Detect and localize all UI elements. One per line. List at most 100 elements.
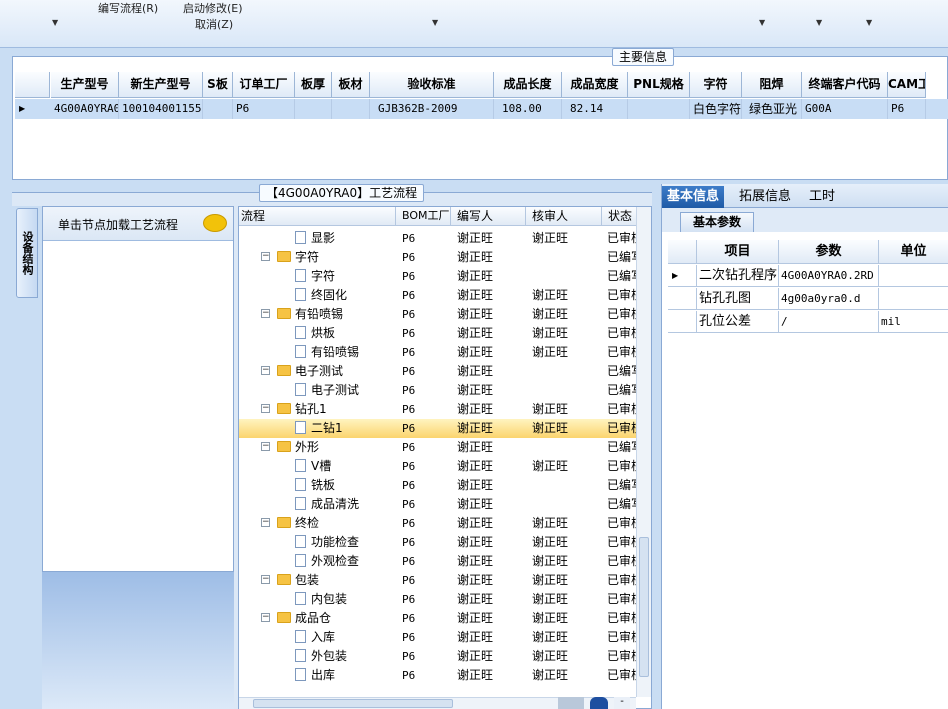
tab-equipment-structure[interactable]: 设备结构 bbox=[16, 208, 38, 298]
speech-bubble-icon[interactable] bbox=[203, 214, 227, 232]
tree-vertical-scrollbar[interactable] bbox=[636, 207, 651, 697]
column-header[interactable]: 字符 bbox=[690, 72, 742, 98]
table-cell[interactable]: G00A bbox=[802, 99, 888, 119]
tree-node[interactable]: − 包装 bbox=[239, 571, 396, 590]
grid-tool-icon[interactable] bbox=[558, 697, 584, 709]
tree-row[interactable]: − 终检 P6 谢正旺 谢正旺 已审核 bbox=[239, 514, 639, 533]
table-cell[interactable] bbox=[628, 99, 690, 119]
minimize-icon[interactable]: - bbox=[614, 697, 630, 709]
write-process-button[interactable]: 编写流程(R) bbox=[98, 0, 158, 16]
tree-row[interactable]: V槽 P6 谢正旺 谢正旺 已审核 bbox=[239, 457, 639, 476]
column-header[interactable]: 项目 bbox=[697, 240, 779, 264]
collapse-icon[interactable]: − bbox=[261, 575, 270, 584]
table-cell[interactable]: 10010400115529 bbox=[119, 99, 203, 119]
tree-node[interactable]: − 成品仓 bbox=[239, 609, 396, 628]
tree-node[interactable]: 终固化 bbox=[239, 286, 396, 305]
tree-node[interactable]: 电子测试 bbox=[239, 381, 396, 400]
tree-row[interactable]: 入库 P6 谢正旺 谢正旺 已审核 bbox=[239, 628, 639, 647]
table-cell[interactable] bbox=[203, 99, 233, 119]
tree-node[interactable]: 铣板 bbox=[239, 476, 396, 495]
scrollbar-thumb[interactable] bbox=[253, 699, 453, 708]
detail-cell-item[interactable]: 钻孔孔图 bbox=[697, 288, 779, 310]
tree-row[interactable]: 外观检查 P6 谢正旺 谢正旺 已审核 bbox=[239, 552, 639, 571]
tree-node[interactable]: − 电子测试 bbox=[239, 362, 396, 381]
dropdown-arrow-icon[interactable]: ▼ bbox=[759, 18, 765, 27]
table-cell[interactable]: P6 bbox=[888, 99, 926, 119]
start-modify-button[interactable]: 启动修改(E) bbox=[183, 0, 243, 16]
table-cell[interactable] bbox=[295, 99, 332, 119]
column-header[interactable]: PNL规格 bbox=[628, 72, 690, 98]
column-header[interactable]: BOM工厂 bbox=[396, 207, 451, 226]
table-cell[interactable]: 82.14 bbox=[562, 99, 628, 119]
tree-row[interactable]: 功能检查 P6 谢正旺 谢正旺 已审核 bbox=[239, 533, 639, 552]
tree-node[interactable]: 烘板 bbox=[239, 324, 396, 343]
column-header[interactable]: 板厚 bbox=[295, 72, 332, 98]
table-cell[interactable] bbox=[332, 99, 370, 119]
tree-row[interactable]: − 有铅喷锡 P6 谢正旺 谢正旺 已审核 bbox=[239, 305, 639, 324]
tree-node[interactable]: 入库 bbox=[239, 628, 396, 647]
tree-row[interactable]: − 外形 P6 谢正旺 已编写 bbox=[239, 438, 639, 457]
table-cell[interactable]: 白色字符 bbox=[690, 99, 742, 119]
tree-node[interactable]: − 终检 bbox=[239, 514, 396, 533]
detail-cell-item[interactable]: 二次钻孔程序 bbox=[697, 265, 779, 287]
column-header[interactable]: 阻焊 bbox=[742, 72, 802, 98]
tree-node[interactable]: 字符 bbox=[239, 267, 396, 286]
tab-extended-info[interactable]: 拓展信息 bbox=[734, 186, 796, 208]
detail-cell-unit[interactable] bbox=[879, 265, 948, 287]
tree-node[interactable]: 二钻1 bbox=[239, 419, 396, 438]
dropdown-arrow-icon[interactable]: ▼ bbox=[816, 18, 822, 27]
detail-cell-param[interactable]: / bbox=[779, 311, 879, 333]
tree-row[interactable]: 电子测试 P6 谢正旺 已编写 bbox=[239, 381, 639, 400]
tree-row[interactable]: − 字符 P6 谢正旺 已编写 bbox=[239, 248, 639, 267]
column-header[interactable]: 编写人 bbox=[451, 207, 526, 226]
tab-basic-info[interactable]: 基本信息 bbox=[662, 186, 725, 208]
column-header[interactable]: 订单工厂 bbox=[233, 72, 295, 98]
tree-node[interactable]: 有铅喷锡 bbox=[239, 343, 396, 362]
table-cell[interactable]: 108.00 bbox=[494, 99, 562, 119]
tree-row[interactable]: − 包装 P6 谢正旺 谢正旺 已审核 bbox=[239, 571, 639, 590]
detail-cell-unit[interactable]: mil bbox=[879, 311, 948, 333]
tree-row[interactable]: 有铅喷锡 P6 谢正旺 谢正旺 已审核 bbox=[239, 343, 639, 362]
tree-row[interactable]: 出库 P6 谢正旺 谢正旺 已审核 bbox=[239, 666, 639, 685]
dropdown-arrow-icon[interactable]: ▼ bbox=[432, 18, 438, 27]
tree-row[interactable]: 外包装 P6 谢正旺 谢正旺 已审核 bbox=[239, 647, 639, 666]
tree-node[interactable]: V槽 bbox=[239, 457, 396, 476]
collapse-icon[interactable]: − bbox=[261, 366, 270, 375]
tree-node[interactable]: 功能检查 bbox=[239, 533, 396, 552]
tree-node[interactable]: 出库 bbox=[239, 666, 396, 685]
tree-node[interactable]: − 有铅喷锡 bbox=[239, 305, 396, 324]
column-header[interactable]: S板 bbox=[203, 72, 233, 98]
detail-cell-item[interactable]: 孔位公差 bbox=[697, 311, 779, 333]
dropdown-arrow-icon[interactable]: ▼ bbox=[866, 18, 872, 27]
tab-work-hours[interactable]: 工时 bbox=[804, 186, 840, 208]
tree-row[interactable]: 成品清洗 P6 谢正旺 已编写 bbox=[239, 495, 639, 514]
tree-row[interactable]: 内包装 P6 谢正旺 谢正旺 已审核 bbox=[239, 590, 639, 609]
tree-node[interactable]: − 外形 bbox=[239, 438, 396, 457]
table-cell[interactable]: 4G00A0YRA0 bbox=[51, 99, 119, 119]
column-header[interactable]: 流程 bbox=[239, 207, 396, 226]
table-cell[interactable]: P6 bbox=[233, 99, 295, 119]
column-header[interactable]: 单位 bbox=[879, 240, 948, 264]
tree-row[interactable]: 显影 P6 谢正旺 谢正旺 已审核 bbox=[239, 229, 639, 248]
tree-node[interactable]: 外观检查 bbox=[239, 552, 396, 571]
column-header[interactable]: 板材 bbox=[332, 72, 370, 98]
tab-basic-params[interactable]: 基本参数 bbox=[680, 212, 755, 232]
tree-node[interactable]: 成品清洗 bbox=[239, 495, 396, 514]
column-header[interactable]: 成品宽度 bbox=[562, 72, 628, 98]
column-header[interactable]: 成品长度 bbox=[494, 72, 562, 98]
collapse-icon[interactable]: − bbox=[261, 309, 270, 318]
collapse-icon[interactable]: − bbox=[261, 252, 270, 261]
tree-row[interactable]: − 电子测试 P6 谢正旺 已编写 bbox=[239, 362, 639, 381]
detail-cell-unit[interactable] bbox=[879, 288, 948, 310]
help-icon[interactable] bbox=[590, 697, 608, 709]
table-cell[interactable]: GJB362B-2009 bbox=[370, 99, 494, 119]
tree-row[interactable]: 二钻1 P6 谢正旺 谢正旺 已审核 bbox=[239, 419, 639, 438]
column-header[interactable]: 生产型号 bbox=[51, 72, 119, 98]
dropdown-arrow-icon[interactable]: ▼ bbox=[52, 18, 58, 27]
scrollbar-thumb[interactable] bbox=[639, 537, 649, 677]
collapse-icon[interactable]: − bbox=[261, 613, 270, 622]
column-header[interactable]: 新生产型号 bbox=[119, 72, 203, 98]
tree-node[interactable]: − 钻孔1 bbox=[239, 400, 396, 419]
column-header[interactable]: 终端客户代码 bbox=[802, 72, 888, 98]
tree-row[interactable]: − 钻孔1 P6 谢正旺 谢正旺 已审核 bbox=[239, 400, 639, 419]
